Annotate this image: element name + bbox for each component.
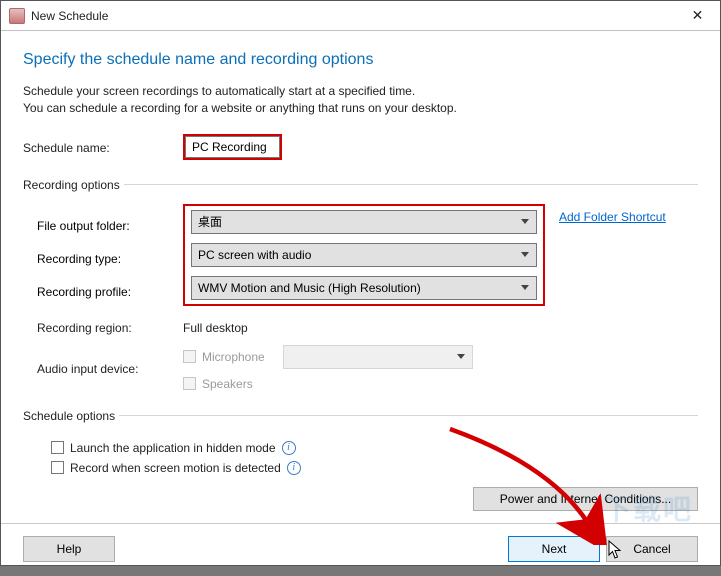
microphone-checkbox — [183, 350, 196, 363]
schedule-name-row: Schedule name: — [23, 134, 698, 160]
schedule-name-input[interactable] — [185, 136, 280, 158]
power-conditions-button[interactable]: Power and Internet Conditions... — [473, 487, 698, 511]
info-icon[interactable]: i — [287, 461, 301, 475]
help-button[interactable]: Help — [23, 536, 115, 562]
recording-profile-label: Recording profile: — [37, 276, 183, 309]
content-area: Specify the schedule name and recording … — [1, 31, 720, 523]
recording-type-select[interactable]: PC screen with audio — [191, 243, 537, 267]
recording-region-label: Recording region: — [37, 319, 183, 335]
recording-options-legend: Recording options — [23, 178, 124, 192]
page-heading: Specify the schedule name and recording … — [23, 51, 698, 69]
recording-options-aside: Add Folder Shortcut — [545, 204, 666, 224]
description-line-2: You can schedule a recording for a websi… — [23, 101, 457, 115]
footer-bar: Help Next Cancel — [1, 523, 720, 576]
microphone-select-wrap — [283, 345, 473, 369]
audio-input-device-row: Audio input device: Microphone — [37, 345, 698, 391]
schedule-name-label: Schedule name: — [23, 139, 183, 155]
power-conditions-row: Power and Internet Conditions... — [37, 487, 698, 511]
app-icon — [9, 8, 25, 24]
audio-controls: Microphone Speakers — [183, 345, 473, 391]
microphone-device-select — [283, 345, 473, 369]
recording-region-row: Recording region: Full desktop — [37, 319, 698, 335]
microphone-label: Microphone — [202, 350, 265, 364]
window-title: New Schedule — [31, 9, 675, 23]
description-line-1: Schedule your screen recordings to autom… — [23, 84, 415, 98]
recording-profile-select-wrap: WMV Motion and Music (High Resolution) — [191, 276, 537, 300]
recording-type-label: Recording type: — [37, 243, 183, 276]
motion-detected-row: Record when screen motion is detected i — [51, 461, 698, 475]
recording-type-select-wrap: PC screen with audio — [191, 243, 537, 267]
recording-region-value: Full desktop — [183, 319, 248, 335]
motion-detected-label: Record when screen motion is detected — [70, 461, 281, 475]
speakers-checkbox — [183, 377, 196, 390]
dialog-window: New Schedule ✕ Specify the schedule name… — [0, 0, 721, 566]
hidden-mode-label: Launch the application in hidden mode — [70, 441, 276, 455]
file-output-folder-label: File output folder: — [37, 210, 183, 243]
hidden-mode-checkbox[interactable] — [51, 441, 64, 454]
cancel-button[interactable]: Cancel — [606, 536, 698, 562]
recording-options-labels: File output folder: Recording type: Reco… — [37, 204, 183, 309]
recording-profile-select[interactable]: WMV Motion and Music (High Resolution) — [191, 276, 537, 300]
page-description: Schedule your screen recordings to autom… — [23, 83, 698, 118]
file-output-folder-select[interactable]: 桌面 — [191, 210, 537, 234]
schedule-options-group: Schedule options Launch the application … — [23, 409, 698, 511]
audio-input-device-label: Audio input device: — [37, 360, 183, 376]
hidden-mode-row: Launch the application in hidden mode i — [51, 441, 698, 455]
motion-detected-checkbox[interactable] — [51, 461, 64, 474]
highlight-schedule-name — [183, 134, 282, 160]
close-button[interactable]: ✕ — [675, 1, 720, 31]
next-button[interactable]: Next — [508, 536, 600, 562]
title-bar: New Schedule ✕ — [1, 1, 720, 31]
recording-options-row: File output folder: Recording type: Reco… — [37, 204, 698, 309]
file-output-folder-select-wrap: 桌面 — [191, 210, 537, 234]
speakers-label: Speakers — [202, 377, 253, 391]
highlight-dropdowns: 桌面 PC screen with audio WMV Motion and M… — [183, 204, 545, 306]
add-folder-shortcut-link[interactable]: Add Folder Shortcut — [559, 210, 666, 224]
schedule-options-legend: Schedule options — [23, 409, 119, 423]
recording-options-group: Recording options File output folder: Re… — [23, 178, 698, 401]
info-icon[interactable]: i — [282, 441, 296, 455]
